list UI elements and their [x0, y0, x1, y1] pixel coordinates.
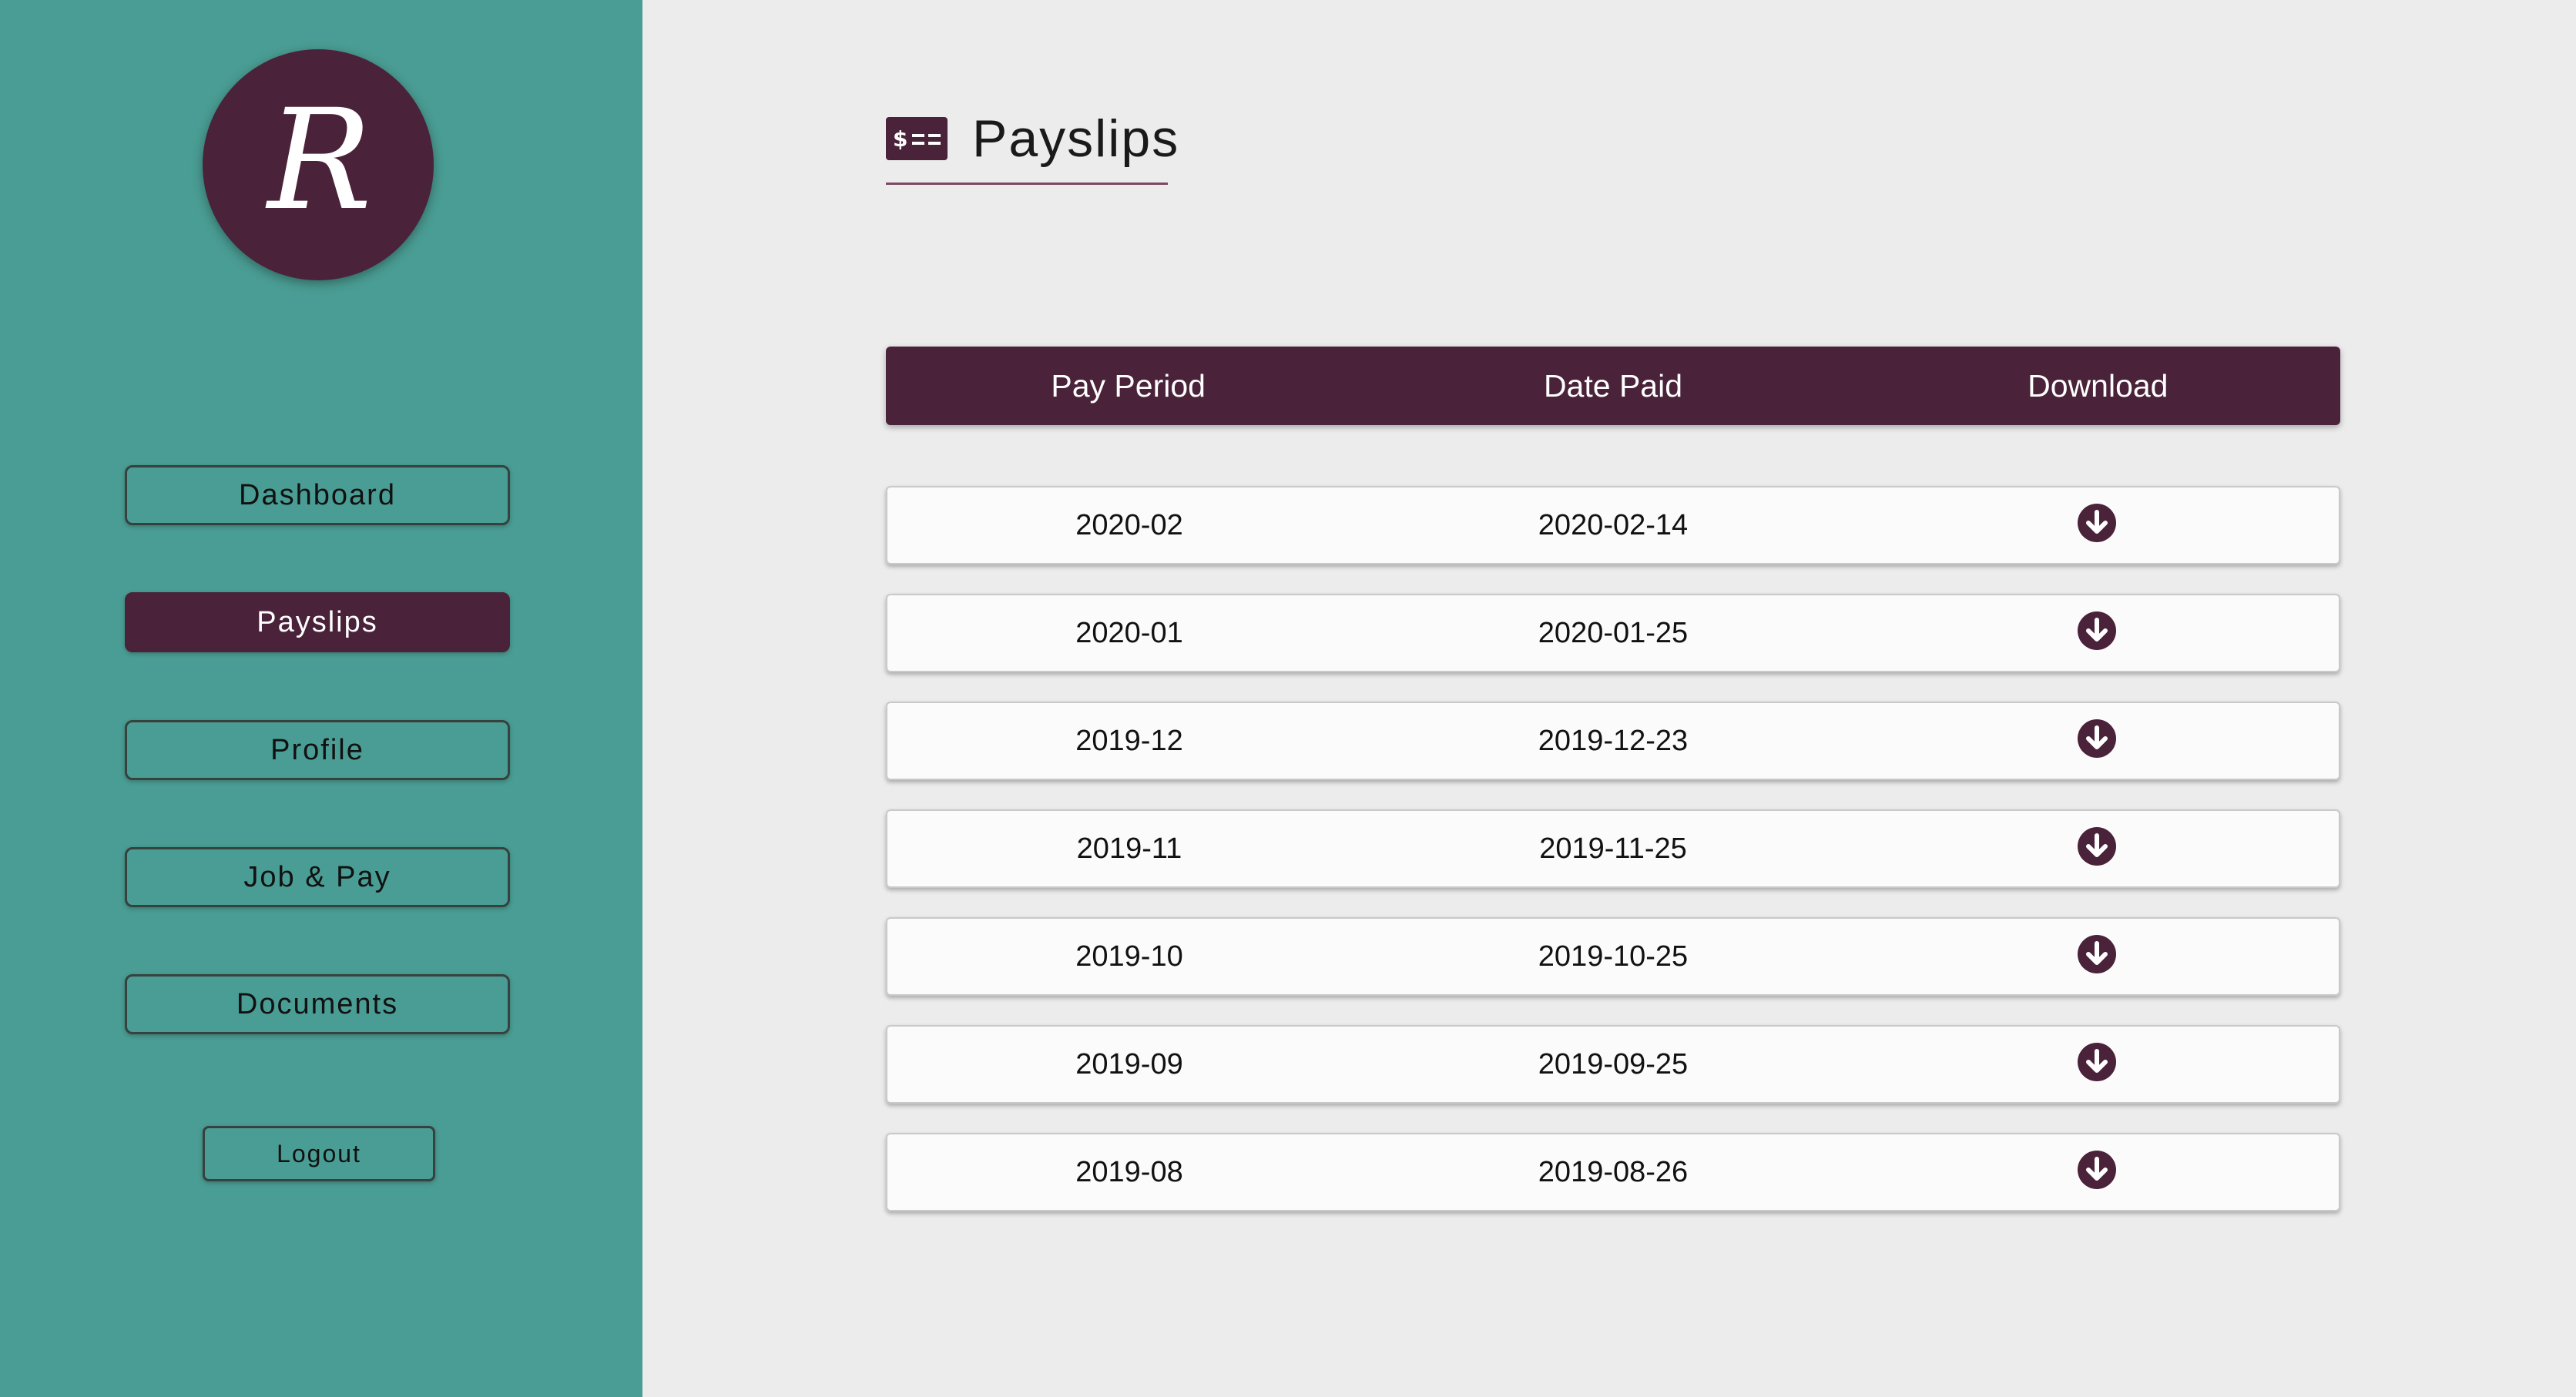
date-paid-cell: 2019-08-26: [1538, 1155, 1689, 1188]
download-cell: [1855, 611, 2339, 651]
logout-label: Logout: [277, 1139, 361, 1168]
sidebar-item-payslips[interactable]: Payslips: [125, 592, 510, 652]
table-header: Pay Period Date Paid Download: [886, 347, 2340, 425]
company-logo: R: [203, 49, 434, 280]
column-header-pay-period: Pay Period: [1051, 367, 1206, 404]
sidebar-item-label: Job & Pay: [243, 860, 391, 893]
column-header-download: Download: [2028, 367, 2168, 404]
page-title: Payslips: [972, 109, 1180, 168]
svg-text:$: $: [893, 126, 907, 152]
pay-period-cell: 2020-01: [1075, 616, 1183, 649]
pay-period-cell: 2019-12: [1075, 724, 1183, 757]
sidebar-item-documents[interactable]: Documents: [125, 974, 510, 1034]
date-paid-cell: 2019-10-25: [1538, 940, 1689, 973]
download-circle-icon[interactable]: [2077, 934, 2117, 974]
pay-period-cell: 2019-11: [1076, 832, 1182, 865]
download-cell: [1855, 504, 2339, 543]
sidebar-item-label: Profile: [270, 733, 364, 766]
download-cell: [1855, 719, 2339, 759]
table-row: 2019-12 2019-12-23: [886, 702, 2340, 780]
date-paid-cell: 2020-02-14: [1538, 508, 1689, 541]
download-cell: [1855, 1043, 2339, 1082]
date-paid-cell: 2019-11-25: [1539, 832, 1687, 865]
sidebar-item-dashboard[interactable]: Dashboard: [125, 465, 510, 525]
download-cell: [1855, 827, 2339, 866]
download-cell: [1855, 935, 2339, 974]
sidebar-item-job-pay[interactable]: Job & Pay: [125, 847, 510, 907]
download-circle-icon[interactable]: [2077, 1042, 2117, 1082]
date-paid-cell: 2020-01-25: [1538, 616, 1689, 649]
pay-period-cell: 2019-09: [1075, 1047, 1183, 1080]
table-row: 2020-02 2020-02-14: [886, 486, 2340, 564]
table-row: 2019-10 2019-10-25: [886, 917, 2340, 996]
download-circle-icon[interactable]: [2077, 611, 2117, 651]
table-row: 2019-11 2019-11-25: [886, 809, 2340, 888]
table-row: 2020-01 2020-01-25: [886, 594, 2340, 672]
pay-period-cell: 2019-10: [1075, 940, 1183, 973]
table-row: 2019-08 2019-08-26: [886, 1133, 2340, 1211]
logout-button[interactable]: Logout: [203, 1126, 435, 1181]
download-cell: [1855, 1151, 2339, 1190]
pay-period-cell: 2020-02: [1075, 508, 1183, 541]
sidebar-item-profile[interactable]: Profile: [125, 720, 510, 780]
download-circle-icon[interactable]: [2077, 719, 2117, 759]
table-row: 2019-09 2019-09-25: [886, 1025, 2340, 1104]
page-header: $ Payslips: [886, 100, 1178, 185]
download-circle-icon[interactable]: [2077, 826, 2117, 866]
sidebar-item-label: Payslips: [257, 605, 378, 638]
date-paid-cell: 2019-09-25: [1538, 1047, 1689, 1080]
sidebar-item-label: Dashboard: [239, 478, 396, 511]
column-header-date-paid: Date Paid: [1543, 367, 1683, 404]
sidebar: R Dashboard Payslips Profile Job & Pay D…: [0, 0, 642, 1397]
logo-letter: R: [267, 80, 372, 241]
pay-period-cell: 2019-08: [1075, 1155, 1183, 1188]
date-paid-cell: 2019-12-23: [1538, 724, 1689, 757]
download-circle-icon[interactable]: [2077, 1150, 2117, 1190]
sidebar-item-label: Documents: [236, 987, 399, 1020]
download-circle-icon[interactable]: [2077, 503, 2117, 543]
payslip-card-icon: $: [886, 117, 948, 160]
